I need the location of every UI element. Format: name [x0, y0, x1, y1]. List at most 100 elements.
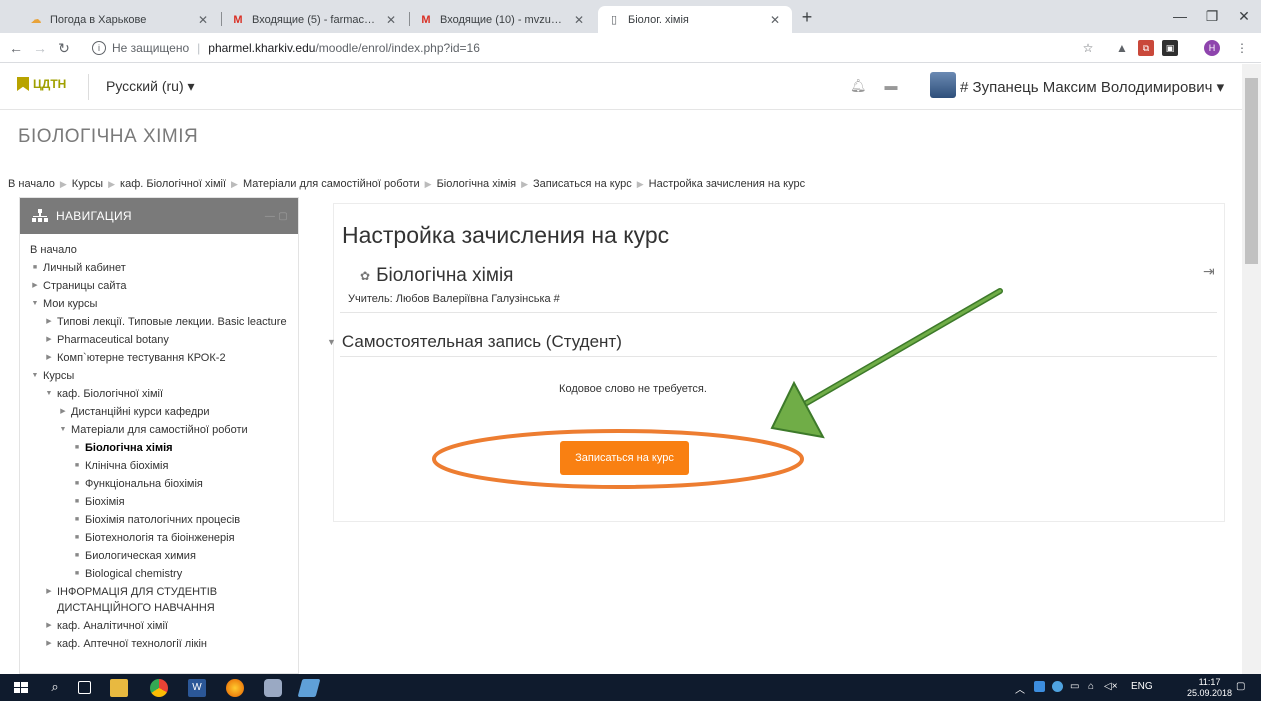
- nav-item[interactable]: ▶ Дистанційні курси кафедри: [30, 404, 298, 420]
- browser-tab-gmail-1[interactable]: M Входящие (5) - farmacol@nuph… ✕: [222, 6, 408, 33]
- nav-item[interactable]: ▼ Матеріали для самостійної роботи: [30, 422, 298, 438]
- browser-tab-active[interactable]: ▯ Біолог. хімія ✕: [598, 6, 792, 33]
- enrol-me-button[interactable]: Записаться на курс: [560, 441, 689, 475]
- close-tab-icon[interactable]: ✕: [572, 13, 586, 27]
- firefox-icon[interactable]: [226, 679, 244, 697]
- breadcrumb-item[interactable]: Матеріали для самостійної роботи: [243, 178, 420, 190]
- user-avatar[interactable]: [930, 72, 956, 98]
- notifications-bell-icon[interactable]: 🔔︎: [850, 78, 867, 94]
- nav-item[interactable]: ■ Біохімія: [30, 494, 298, 510]
- info-icon[interactable]: i: [92, 41, 106, 55]
- user-name: # Зупанець Максим Володимирович: [960, 79, 1213, 96]
- nav-item[interactable]: ■ Біотехнологія та біоінженерія: [30, 530, 298, 546]
- menu-kebab-icon[interactable]: ⋮: [1234, 40, 1250, 56]
- close-tab-icon[interactable]: ✕: [196, 13, 210, 27]
- app-icon[interactable]: [264, 679, 282, 697]
- word-icon[interactable]: W: [188, 679, 206, 697]
- nav-item[interactable]: ▶ Типові лекції. Типовые лекции. Basic le…: [30, 314, 298, 330]
- course-teacher: Учитель: Любов Валеріївна Галузінська #: [348, 293, 560, 305]
- language-indicator[interactable]: ENG: [1131, 681, 1153, 692]
- url-field[interactable]: i Не защищено | pharmel.kharkiv.edu/mood…: [92, 37, 1092, 59]
- enrol-section-header[interactable]: ▼ Самостоятельная запись (Студент): [327, 332, 622, 352]
- language-label: Русский (ru): [106, 78, 184, 94]
- nav-item[interactable]: ■ Біохімія патологічних процесів: [30, 512, 298, 528]
- notification-center-icon[interactable]: ▢: [1236, 681, 1245, 692]
- bookmark-star-icon[interactable]: ☆: [1080, 40, 1096, 56]
- close-window-button[interactable]: ✕: [1228, 4, 1260, 28]
- new-tab-button[interactable]: +: [795, 6, 819, 30]
- breadcrumb-item[interactable]: каф. Біологічної хімії: [120, 178, 226, 190]
- task-view-icon[interactable]: [78, 681, 91, 694]
- nav-item[interactable]: ▼ каф. Біологічної хімії: [30, 386, 298, 402]
- windows-taskbar: ⌕ W ︿ ▭ ⌂ ◁× ENG 11:17 25.09.2018 ▢: [0, 674, 1261, 701]
- site-logo[interactable]: ЦДТН: [17, 77, 66, 91]
- nav-item[interactable]: ■ Biological chemistry: [30, 566, 298, 582]
- file-explorer-icon[interactable]: [110, 679, 128, 697]
- course-name-link[interactable]: Біологічна хімія: [376, 265, 513, 287]
- user-menu[interactable]: # Зупанець Максим Володимирович ▾: [960, 78, 1224, 96]
- minimize-button[interactable]: —: [1164, 4, 1196, 28]
- breadcrumb-item[interactable]: В начало: [8, 178, 55, 190]
- extension-badge-icon[interactable]: ▣: [1162, 40, 1178, 56]
- language-menu[interactable]: Русский (ru) ▾: [106, 78, 195, 95]
- nav-item[interactable]: ▶ Pharmaceutical botany: [30, 332, 298, 348]
- tab-title: Входящие (5) - farmacol@nuph…: [252, 13, 378, 26]
- chrome-icon[interactable]: [150, 679, 168, 697]
- back-icon[interactable]: ←: [6, 38, 26, 58]
- browser-tab-strip: ☁ Погода в Харькове ✕ M Входящие (5) - f…: [0, 0, 1261, 33]
- clock-time: 11:17: [1198, 677, 1221, 687]
- browser-tab-weather[interactable]: ☁ Погода в Харькове ✕: [20, 6, 220, 33]
- tray-app-icon[interactable]: [1034, 681, 1045, 692]
- scrollbar-thumb[interactable]: [1245, 78, 1258, 264]
- nav-item[interactable]: ■ Функціональна біохімія: [30, 476, 298, 492]
- close-tab-icon[interactable]: ✕: [384, 13, 398, 27]
- nav-item-label: Матеріали для самостійної роботи: [71, 424, 248, 436]
- self-enrol-icon: ⇥: [1203, 263, 1215, 279]
- nav-item[interactable]: ▶ каф. Аптечної технології лікін: [30, 636, 298, 652]
- nav-item-label: Страницы сайта: [43, 280, 127, 292]
- nav-item-label: каф. Аптечної технології лікін: [57, 638, 207, 650]
- extension-pdf-icon[interactable]: ⧉: [1138, 40, 1154, 56]
- extension-drive-icon[interactable]: ▲: [1114, 40, 1130, 56]
- nav-item-label: Типові лекції. Типовые лекции. Basic lea…: [57, 316, 287, 328]
- collapse-icon[interactable]: ▼: [327, 337, 336, 347]
- people-icon[interactable]: ⌂: [1088, 681, 1094, 692]
- tray-app-icon[interactable]: [1052, 681, 1063, 692]
- nav-item-home[interactable]: В начало: [30, 242, 298, 258]
- breadcrumb-item[interactable]: Біологічна хімія: [437, 178, 517, 190]
- tab-title: Біолог. хімія: [628, 13, 689, 26]
- search-icon[interactable]: ⌕: [46, 679, 64, 697]
- breadcrumb-item[interactable]: Записаться на курс: [533, 178, 632, 190]
- nav-item[interactable]: ■ Біологічна хімія: [30, 440, 298, 456]
- profile-avatar[interactable]: Н: [1204, 40, 1220, 56]
- bullet-icon: ■: [74, 516, 80, 523]
- nav-item[interactable]: ■ Клінічна біохімія: [30, 458, 298, 474]
- tray-chevron-icon[interactable]: ︿: [1015, 681, 1025, 696]
- nav-item[interactable]: ▶ ІНФОРМАЦІЯ ДЛЯ СТУДЕНТІВ ДИСТАНЦІЙНОГО …: [30, 584, 298, 616]
- close-tab-icon[interactable]: ✕: [768, 13, 782, 27]
- network-icon[interactable]: ▭: [1070, 681, 1079, 692]
- nav-item[interactable]: ▼ Курсы: [30, 368, 298, 384]
- nav-item[interactable]: ■ Личный кабинет: [30, 260, 298, 276]
- navigation-tree: В начало ■ Личный кабинет ▶ Страницы сайта ▼…: [20, 234, 298, 652]
- nav-item[interactable]: ▼ Мои курсы: [30, 296, 298, 312]
- maximize-button[interactable]: ❐: [1196, 4, 1228, 28]
- nav-item[interactable]: ▶ Страницы сайта: [30, 278, 298, 294]
- start-windows-icon[interactable]: [12, 679, 30, 697]
- block-controls-icon[interactable]: — ▢: [265, 211, 288, 222]
- nav-item[interactable]: ▶ каф. Аналітичної хімії: [30, 618, 298, 634]
- system-clock[interactable]: 11:17 25.09.2018: [1187, 677, 1232, 699]
- enrol-section-title: Самостоятельная запись (Студент): [341, 332, 622, 351]
- gmail-icon: M: [233, 13, 243, 26]
- reload-icon[interactable]: ↻: [54, 38, 74, 58]
- messages-chat-icon[interactable]: ▬: [883, 78, 899, 94]
- page-scrollbar[interactable]: [1242, 64, 1261, 674]
- nav-item[interactable]: ▶ Комп`ютерне тестування КРОК-2: [30, 350, 298, 366]
- volume-icon[interactable]: ◁×: [1104, 681, 1118, 692]
- logo-icon: [17, 77, 29, 91]
- app-icon[interactable]: [297, 679, 321, 697]
- nav-item[interactable]: ■ Биологическая химия: [30, 548, 298, 564]
- browser-tab-gmail-2[interactable]: M Входящие (10) - mvzupanets@… ✕: [410, 6, 596, 33]
- breadcrumb-item[interactable]: Курсы: [72, 178, 103, 190]
- forward-icon[interactable]: →: [30, 38, 50, 58]
